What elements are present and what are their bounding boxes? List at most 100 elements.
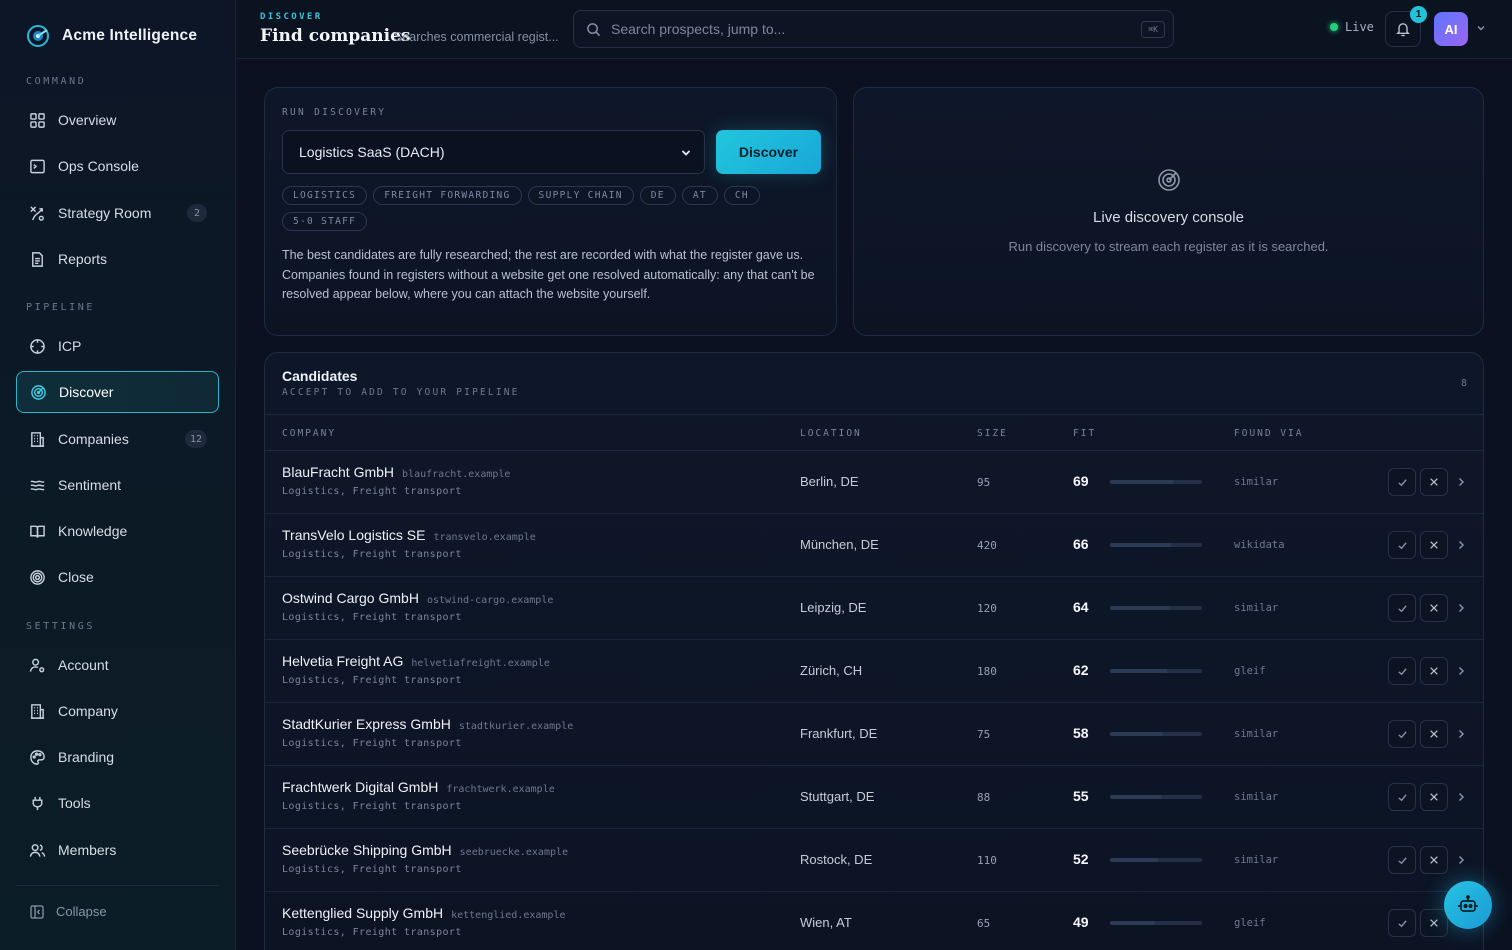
criteria-chip: AT [681, 186, 718, 205]
accept-button[interactable] [1388, 657, 1416, 685]
table-row[interactable]: TransVelo Logistics SE transvelo.example L… [265, 514, 1483, 577]
company-domain[interactable]: kettenglied.example [451, 910, 565, 921]
accept-button[interactable] [1388, 468, 1416, 496]
company-domain[interactable]: helvetiafreight.example [411, 658, 549, 669]
criteria-chip: DE [639, 186, 676, 205]
company-name-cell: Seebrücke Shipping GmbH seebruecke.exampl… [282, 842, 568, 858]
chevron-right-icon[interactable] [1455, 539, 1467, 551]
chevron-right-icon[interactable] [1455, 602, 1467, 614]
accept-button[interactable] [1388, 531, 1416, 559]
reject-button[interactable] [1420, 783, 1448, 811]
accept-button[interactable] [1388, 846, 1416, 874]
column-header-found-via[interactable]: FOUND VIA [1234, 428, 1303, 439]
table-header: COMPANY LOCATION SIZE FIT FOUND VIA [265, 414, 1483, 451]
users-icon [29, 843, 46, 857]
reject-button[interactable] [1420, 720, 1448, 748]
reject-button[interactable] [1420, 468, 1448, 496]
fit-score: 55 [1073, 788, 1089, 804]
company-industry: Logistics, Freight transport [282, 801, 462, 812]
company-domain[interactable]: ostwind-cargo.example [427, 595, 553, 606]
column-header-location[interactable]: LOCATION [800, 428, 862, 439]
reject-button[interactable] [1420, 594, 1448, 622]
avatar[interactable]: AI [1434, 12, 1468, 46]
sidebar-item-reports[interactable]: Reports [16, 238, 219, 280]
fit-bar [1110, 921, 1202, 925]
accept-button[interactable] [1388, 720, 1416, 748]
reject-button[interactable] [1420, 909, 1448, 937]
sidebar-item-label: Branding [58, 749, 115, 765]
sidebar-item-branding[interactable]: Branding [16, 736, 219, 778]
count-badge: 2 [187, 204, 207, 222]
sidebar-item-label: Knowledge [58, 523, 128, 539]
sidebar-item-sentiment[interactable]: Sentiment [16, 464, 219, 506]
fit-score: 62 [1073, 662, 1089, 678]
sidebar-item-icp[interactable]: ICP [16, 325, 219, 367]
table-row[interactable]: Kettenglied Supply GmbH kettenglied.examp… [265, 892, 1483, 950]
reject-button[interactable] [1420, 531, 1448, 559]
company-domain[interactable]: stadtkurier.example [459, 721, 573, 732]
discover-button[interactable]: Discover [716, 130, 821, 174]
found-via: similar [1234, 854, 1279, 866]
chevron-right-icon[interactable] [1455, 854, 1467, 866]
sidebar-item-knowledge[interactable]: Knowledge [16, 510, 219, 552]
found-via: gleif [1234, 665, 1266, 677]
company-domain[interactable]: seebruecke.example [460, 847, 568, 858]
company-name[interactable]: BlauFracht GmbH [282, 464, 394, 480]
accept-button[interactable] [1388, 594, 1416, 622]
table-row[interactable]: Seebrücke Shipping GmbH seebruecke.exampl… [265, 829, 1483, 892]
check-icon [1397, 541, 1407, 549]
column-header-company[interactable]: COMPANY [282, 428, 336, 439]
sidebar-item-discover[interactable]: Discover [16, 371, 219, 413]
sidebar-item-overview[interactable]: Overview [16, 99, 219, 141]
accept-button[interactable] [1388, 783, 1416, 811]
table-row[interactable]: Frachtwerk Digital GmbH frachtwerk.exampl… [265, 766, 1483, 829]
check-icon [1397, 919, 1407, 927]
reject-button[interactable] [1420, 657, 1448, 685]
fit-score: 69 [1073, 473, 1089, 489]
table-row[interactable]: BlauFracht GmbH blaufracht.example Logisti… [265, 451, 1483, 514]
sidebar-item-tools[interactable]: Tools [16, 782, 219, 824]
top-bar: DISCOVER Find companies Searches commerc… [237, 0, 1512, 59]
table-row[interactable]: Helvetia Freight AG helvetiafreight.examp… [265, 640, 1483, 703]
reject-button[interactable] [1420, 846, 1448, 874]
close-icon [1430, 730, 1438, 738]
column-header-fit[interactable]: FIT [1073, 428, 1096, 439]
sidebar-item-label: Members [58, 842, 117, 858]
company-name[interactable]: Frachtwerk Digital GmbH [282, 779, 438, 795]
brand[interactable]: Acme Intelligence [26, 24, 197, 48]
sidebar-item-companies[interactable]: Companies 12 [16, 418, 219, 460]
chevron-right-icon[interactable] [1455, 728, 1467, 740]
company-name[interactable]: StadtKurier Express GmbH [282, 716, 451, 732]
search-input[interactable] [611, 21, 1111, 37]
chevron-right-icon[interactable] [1455, 476, 1467, 488]
search-bar[interactable]: ⌘K [573, 10, 1174, 48]
chevron-right-icon[interactable] [1455, 665, 1467, 677]
company-name[interactable]: Ostwind Cargo GmbH [282, 590, 419, 606]
company-domain[interactable]: frachtwerk.example [446, 784, 554, 795]
company-domain[interactable]: transvelo.example [433, 532, 535, 543]
chevron-down-icon[interactable] [1475, 22, 1487, 34]
sidebar-item-strategy-room[interactable]: Strategy Room 2 [16, 192, 219, 234]
sidebar-item-members[interactable]: Members [16, 829, 219, 871]
company-name-cell: Frachtwerk Digital GmbH frachtwerk.exampl… [282, 779, 555, 795]
page-eyebrow: DISCOVER [260, 12, 323, 22]
sidebar-item-company[interactable]: Company [16, 690, 219, 732]
company-name[interactable]: Kettenglied Supply GmbH [282, 905, 443, 921]
company-name[interactable]: Seebrücke Shipping GmbH [282, 842, 452, 858]
table-row[interactable]: Ostwind Cargo GmbH ostwind-cargo.example L… [265, 577, 1483, 640]
sidebar-item-close[interactable]: Close [16, 556, 219, 598]
chevron-right-icon[interactable] [1455, 791, 1467, 803]
table-row[interactable]: StadtKurier Express GmbH stadtkurier.exam… [265, 703, 1483, 766]
column-header-size[interactable]: SIZE [977, 428, 1008, 439]
accept-button[interactable] [1388, 909, 1416, 937]
icp-select[interactable]: Logistics SaaS (DACH) [282, 130, 705, 174]
sidebar-item-account[interactable]: Account [16, 644, 219, 686]
collapse-button[interactable]: Collapse [30, 904, 107, 919]
assistant-button[interactable] [1444, 881, 1492, 929]
company-name[interactable]: TransVelo Logistics SE [282, 527, 425, 543]
sidebar-item-ops-console[interactable]: Ops Console [16, 145, 219, 187]
company-location: Leipzig, DE [800, 600, 867, 615]
company-name[interactable]: Helvetia Freight AG [282, 653, 403, 669]
company-domain[interactable]: blaufracht.example [402, 469, 510, 480]
sidebar-item-label: Tools [58, 795, 91, 811]
